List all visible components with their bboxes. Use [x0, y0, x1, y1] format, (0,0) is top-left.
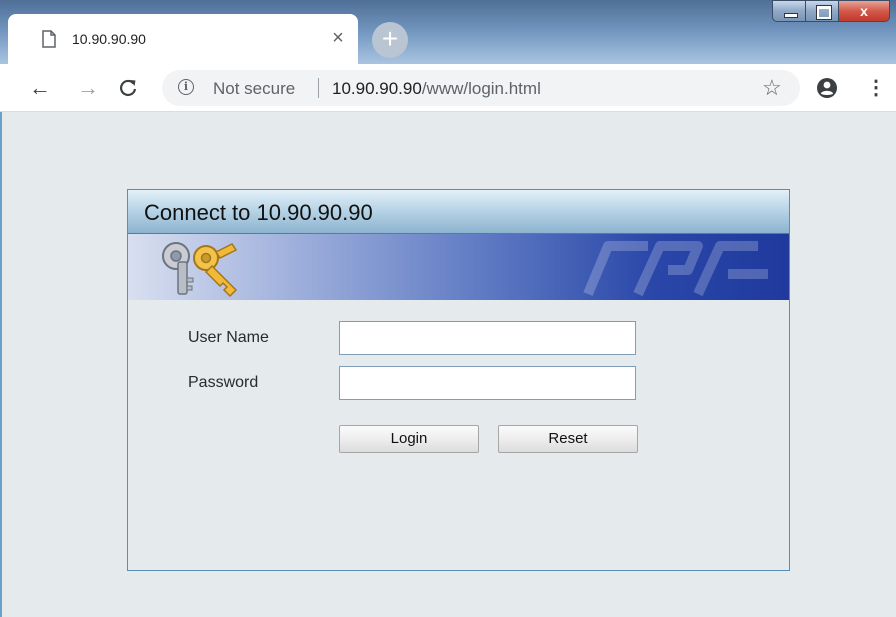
login-banner	[128, 234, 789, 300]
window-controls: x	[772, 0, 890, 24]
back-arrow-icon[interactable]: ←	[26, 74, 54, 102]
browser-tab[interactable]: 10.90.90.90 ×	[8, 14, 358, 64]
reset-button[interactable]: Reset	[498, 425, 638, 453]
window-left-edge	[0, 112, 8, 617]
login-dialog: Connect to 10.90.90.90 User Name Passwor…	[127, 189, 790, 571]
banner-decoration	[583, 241, 768, 297]
tab-title: 10.90.90.90	[72, 31, 146, 47]
url-text[interactable]: 10.90.90.90/www/login.html	[332, 79, 541, 99]
browser-toolbar: ← → i Not secure 10.90.90.90/www/login.h…	[0, 64, 896, 112]
login-button[interactable]: Login	[339, 425, 479, 453]
user-name-label: User Name	[188, 329, 269, 346]
page-icon	[42, 30, 56, 48]
browser-menu-icon[interactable]: ⋮	[866, 74, 886, 102]
password-input[interactable]	[339, 366, 636, 400]
forward-arrow-icon[interactable]: →	[74, 74, 102, 102]
minimize-button[interactable]	[772, 0, 806, 22]
reload-arrow-icon	[119, 79, 137, 96]
keys-icon	[162, 242, 238, 298]
security-status: Not secure	[213, 79, 296, 98]
account-icon[interactable]	[816, 77, 838, 99]
bookmark-star-icon[interactable]: ☆	[762, 75, 782, 101]
dialog-title-bar: Connect to 10.90.90.90	[128, 190, 789, 234]
maximize-button[interactable]	[805, 0, 839, 22]
minimize-icon	[784, 13, 798, 18]
url-host: 10.90.90.90	[332, 79, 422, 98]
maximize-icon	[816, 5, 832, 20]
tab-close-icon[interactable]: ×	[326, 26, 350, 50]
new-tab-plus-icon[interactable]: +	[372, 22, 408, 58]
reload-icon[interactable]	[114, 74, 142, 102]
info-icon[interactable]: i	[178, 79, 194, 95]
password-label: Password	[188, 374, 259, 391]
user-name-input[interactable]	[339, 321, 636, 355]
url-path: /www/login.html	[421, 79, 541, 98]
tab-strip: 10.90.90.90 × + x	[0, 0, 896, 64]
address-separator	[318, 78, 319, 98]
dialog-title: Connect to 10.90.90.90	[144, 200, 373, 225]
window-close-button[interactable]: x	[838, 0, 890, 22]
address-bar[interactable]: i Not secure 10.90.90.90/www/login.html …	[162, 70, 800, 106]
